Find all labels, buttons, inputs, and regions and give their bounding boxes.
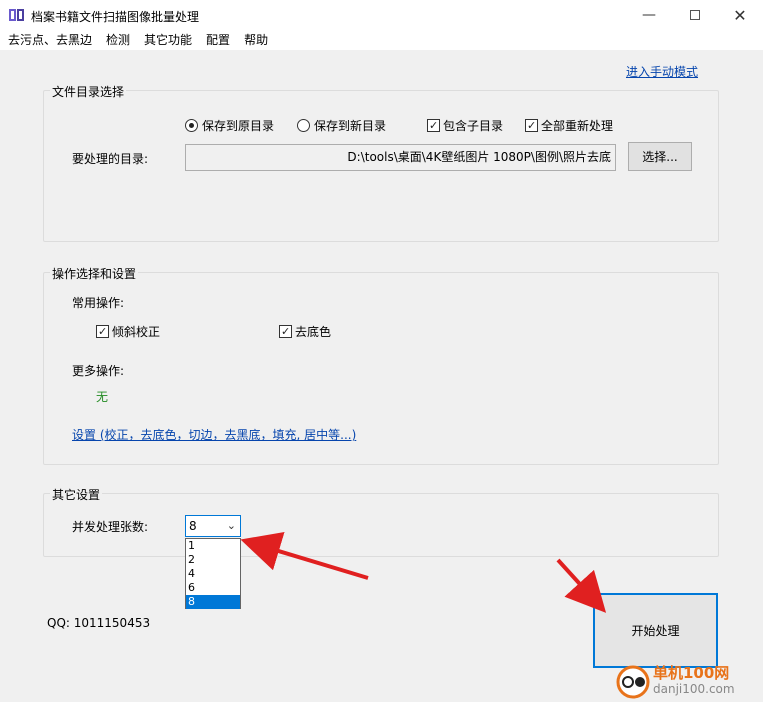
maximize-button[interactable]: [672, 0, 718, 30]
minimize-button[interactable]: —: [626, 0, 672, 30]
checkbox-box: [96, 325, 109, 338]
dropdown-option[interactable]: 4: [186, 567, 240, 581]
checkbox-box: [525, 119, 538, 132]
more-ops-value: 无: [96, 390, 109, 404]
save-new-radio[interactable]: 保存到新目录: [297, 117, 386, 134]
manual-mode-link[interactable]: 进入手动模式: [626, 63, 698, 80]
menu-config[interactable]: 配置: [199, 30, 237, 50]
arrow-to-start-button: [556, 558, 607, 613]
minimize-icon: —: [642, 7, 656, 23]
dir-input[interactable]: D:\tools\桌面\4K壁纸图片 1080P\图例\照片去底: [185, 144, 616, 171]
menu-detect[interactable]: 检测: [99, 30, 137, 50]
reprocess-all-checkbox[interactable]: 全部重新处理: [525, 117, 613, 134]
settings-link[interactable]: 设置 (校正，去底色，切边，去黑底，填充, 居中等...): [72, 426, 356, 443]
other-group-title: 其它设置: [50, 486, 103, 503]
qq-contact: QQ: 1011150453: [47, 616, 151, 630]
watermark-url: danji100.com: [653, 682, 735, 696]
title-bar: 档案书籍文件扫描图像批量处理 — ✕: [0, 0, 763, 30]
app-icon: [9, 9, 24, 21]
more-ops-label: 更多操作:: [72, 364, 125, 378]
menu-cleanup[interactable]: 去污点、去黑边: [0, 30, 99, 50]
deskew-checkbox[interactable]: 倾斜校正: [96, 323, 160, 340]
watermark-logo: 单机100网 danji100.com: [609, 658, 759, 700]
remove-bg-label: 去底色: [295, 325, 332, 339]
dropdown-option-selected[interactable]: 8: [186, 595, 240, 609]
watermark-name: 单机100网: [653, 664, 730, 682]
ops-group-title: 操作选择和设置: [50, 265, 139, 282]
reprocess-all-label: 全部重新处理: [541, 119, 614, 133]
dir-group-title: 文件目录选择: [50, 83, 127, 100]
window-title: 档案书籍文件扫描图像批量处理: [31, 10, 200, 24]
dropdown-option[interactable]: 6: [186, 581, 240, 595]
menu-help[interactable]: 帮助: [237, 30, 275, 50]
concurrency-selected-value: 8: [189, 519, 197, 533]
include-subdirs-checkbox[interactable]: 包含子目录: [427, 117, 503, 134]
maximize-icon: [690, 10, 700, 20]
concurrency-label: 并发处理张数:: [72, 520, 149, 534]
radio-dot: [185, 119, 198, 132]
dropdown-option[interactable]: 2: [186, 553, 240, 567]
checkbox-box: [427, 119, 440, 132]
radio-dot: [297, 119, 310, 132]
close-icon: ✕: [733, 5, 747, 25]
menu-bar: 去污点、去黑边 检测 其它功能 配置 帮助: [0, 30, 763, 50]
checkbox-box: [279, 325, 292, 338]
chevron-down-icon: ⌄: [226, 519, 236, 532]
save-original-radio[interactable]: 保存到原目录: [185, 117, 274, 134]
dir-label: 要处理的目录:: [72, 152, 149, 166]
save-new-label: 保存到新目录: [314, 119, 387, 133]
common-ops-label: 常用操作:: [72, 296, 125, 310]
remove-bg-checkbox[interactable]: 去底色: [279, 323, 331, 340]
concurrency-dropdown: 1 2 4 6 8: [185, 538, 241, 609]
deskew-label: 倾斜校正: [112, 325, 161, 339]
include-subdirs-label: 包含子目录: [443, 119, 504, 133]
concurrency-select[interactable]: 8 ⌄: [185, 515, 241, 537]
start-button[interactable]: 开始处理: [593, 593, 718, 668]
dropdown-option[interactable]: 1: [186, 539, 240, 553]
menu-other-functions[interactable]: 其它功能: [137, 30, 199, 50]
close-button[interactable]: ✕: [717, 0, 763, 30]
browse-button[interactable]: 选择...: [628, 142, 692, 171]
save-original-label: 保存到原目录: [202, 119, 275, 133]
